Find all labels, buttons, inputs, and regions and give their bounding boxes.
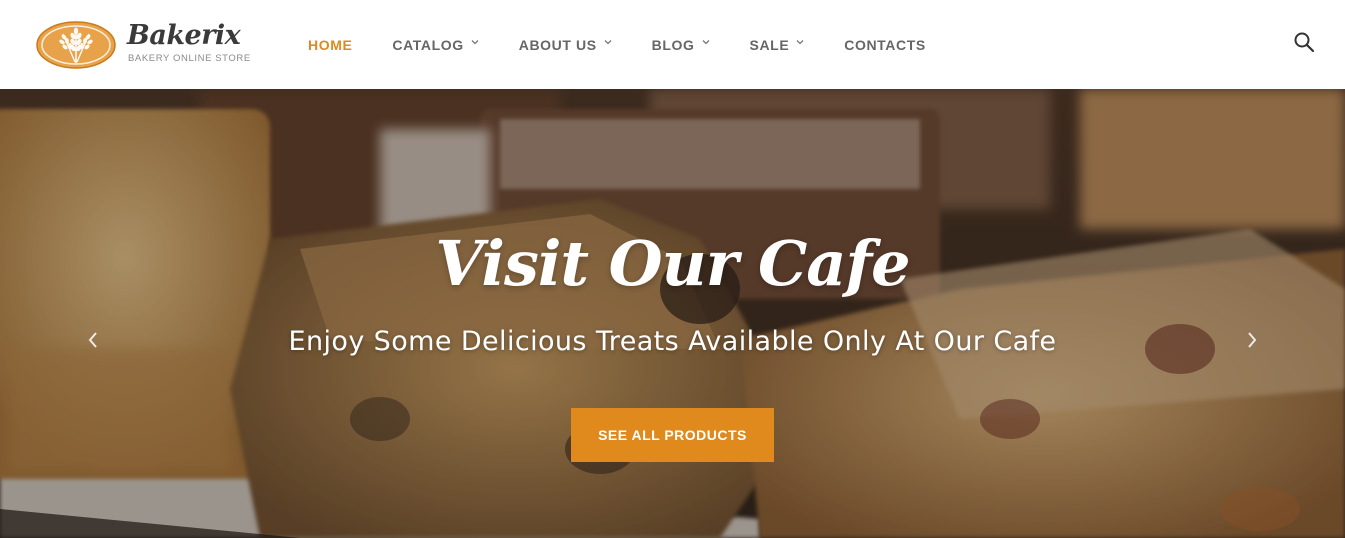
nav-item-sale[interactable]: SALE <box>750 35 805 55</box>
chevron-down-icon <box>471 40 479 45</box>
nav-item-label: CONTACTS <box>844 37 926 53</box>
chevron-down-icon <box>702 40 709 45</box>
nav-item-about-us[interactable]: ABOUT US <box>519 35 612 55</box>
hero-overlay <box>0 89 1345 538</box>
nav-item-label: BLOG <box>651 37 695 53</box>
nav-item-home[interactable]: HOME <box>308 35 352 55</box>
nav-item-contacts[interactable]: CONTACTS <box>844 35 926 55</box>
nav-item-label: HOME <box>308 37 353 53</box>
nav-item-label: CATALOG <box>392 37 464 53</box>
brand-name: Bakerix <box>127 20 241 51</box>
site-header: Bakerix BAKERY ONLINE STORE HOME CATALOG… <box>0 0 1345 88</box>
nav-item-label: SALE <box>749 37 790 53</box>
main-nav: HOME CATALOG ABOUT US BLOG SALE CONTACTS <box>308 35 966 55</box>
see-all-products-button[interactable]: SEE ALL PRODUCTS <box>571 408 774 462</box>
chevron-down-icon <box>604 40 612 45</box>
brand-tagline: BAKERY ONLINE STORE <box>128 53 251 64</box>
hero-title: Visit Our Cafe <box>435 227 910 300</box>
nav-item-catalog[interactable]: CATALOG <box>392 35 479 55</box>
search-icon[interactable] <box>1293 31 1315 53</box>
nav-item-blog[interactable]: BLOG <box>652 35 710 55</box>
hero-subtitle: Enjoy Some Delicious Treats Available On… <box>288 326 1057 357</box>
logo[interactable]: Bakerix BAKERY ONLINE STORE <box>35 18 250 72</box>
wheat-icon <box>36 21 116 69</box>
chevron-down-icon <box>796 40 804 45</box>
hero-slider: Visit Our Cafe Enjoy Some Delicious Trea… <box>0 89 1345 538</box>
nav-item-label: ABOUT US <box>518 37 597 53</box>
